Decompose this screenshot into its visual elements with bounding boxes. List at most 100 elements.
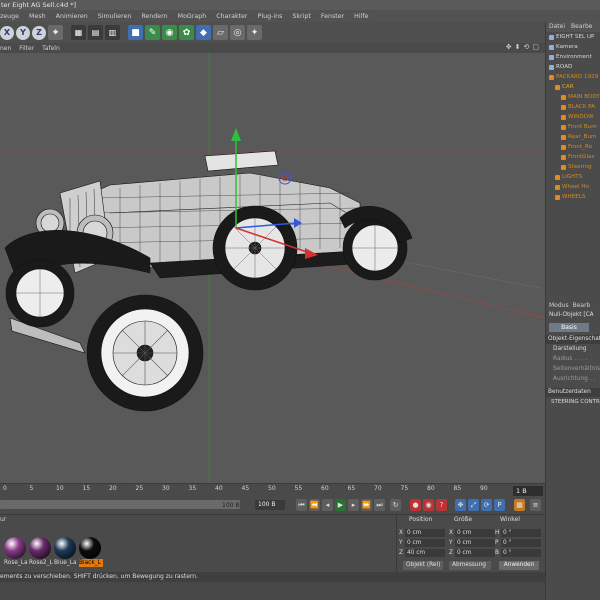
menu-item-render[interactable]: Rendern	[141, 13, 167, 20]
object-tree-item[interactable]: FrontGlas	[546, 152, 600, 162]
object-tree-item[interactable]: EIGHT SEL UP	[546, 32, 600, 42]
menu-item-mograph[interactable]: MoGraph	[178, 13, 207, 20]
rotate-view-icon[interactable]: ⟲	[524, 43, 530, 51]
axis-x-lock-button[interactable]: X	[0, 25, 14, 40]
menu-item-script[interactable]: Skript	[292, 13, 310, 20]
move-view-icon[interactable]: ✥	[506, 43, 512, 51]
rotation-field[interactable]: 0 °	[501, 549, 541, 557]
axis-y-lock-button[interactable]: Y	[16, 25, 30, 40]
next-frame-button[interactable]: ▸	[348, 499, 359, 511]
object-tree-item[interactable]: Environment	[546, 52, 600, 62]
viewport-menu-display[interactable]: nen	[0, 45, 11, 52]
subdivision-surface-icon[interactable]: ◉	[162, 25, 177, 40]
menu-item-mesh[interactable]: Mesh	[29, 13, 46, 20]
attribute-row[interactable]: Darstellung	[546, 344, 600, 354]
prev-key-button[interactable]: ⏪	[309, 499, 320, 511]
render-view-icon[interactable]: ▦	[71, 25, 86, 40]
object-tree-item[interactable]: Front Bum	[546, 122, 600, 132]
object-tree-item[interactable]: WHEELS	[546, 192, 600, 202]
object-tree-item[interactable]: MAIN BODY	[546, 92, 600, 102]
size-field[interactable]: 0 cm	[455, 549, 495, 557]
object-properties-header[interactable]: Objekt-Eigenschaften	[546, 335, 600, 344]
material-menu[interactable]: ur	[0, 515, 396, 525]
menu-item-character[interactable]: Charakter	[216, 13, 247, 20]
apply-button[interactable]: Anwenden	[499, 561, 539, 570]
rotation-field[interactable]: 0 °	[501, 539, 541, 547]
position-key-button[interactable]: ✥	[455, 499, 466, 511]
tab-edit[interactable]: Bearbe	[568, 22, 595, 32]
menu-item-tools[interactable]: zeuge	[0, 13, 19, 20]
menu-item-simulate[interactable]: Simulieren	[98, 13, 132, 20]
array-icon[interactable]: ✿	[179, 25, 194, 40]
record-keys-button[interactable]: ●	[410, 499, 421, 511]
next-key-button[interactable]: ⏩	[361, 499, 372, 511]
menu-item-window[interactable]: Fenster	[321, 13, 344, 20]
timeline-options-button[interactable]: ≡	[530, 499, 541, 511]
tab-edit-attr[interactable]: Bearb	[573, 302, 591, 309]
camera-icon[interactable]: ◎	[230, 25, 245, 40]
3d-viewport[interactable]	[0, 53, 545, 483]
position-field[interactable]: 0 cm	[405, 539, 445, 547]
user-data-header[interactable]: Benutzerdaten	[546, 388, 600, 397]
floor-icon[interactable]: ▱	[213, 25, 228, 40]
cube-primitive-icon[interactable]: ■	[128, 25, 143, 40]
coordinate-mode-select[interactable]: Objekt (Rel)	[403, 561, 443, 570]
loop-button[interactable]: ↻	[390, 499, 401, 511]
rotation-field[interactable]: 0 °	[501, 529, 541, 537]
position-field[interactable]: 0 cm	[405, 529, 445, 537]
go-to-start-button[interactable]: ⏮	[296, 499, 307, 511]
material-swatch[interactable]: Rose_La	[4, 537, 28, 567]
tab-file[interactable]: Datei	[546, 22, 568, 32]
object-tree-item[interactable]: PACKARD 1929	[546, 72, 600, 82]
tab-basis[interactable]: Basis	[549, 323, 589, 332]
render-settings-icon[interactable]: ▥	[105, 25, 120, 40]
viewport-menu-panels[interactable]: Tafeln	[42, 45, 60, 52]
render-picture-viewer-icon[interactable]: ▤	[88, 25, 103, 40]
object-tree-item[interactable]: Rear_Bum	[546, 132, 600, 142]
material-swatch[interactable]: Rose2_L	[29, 537, 53, 567]
keyframe-selection-button[interactable]: ?	[436, 499, 447, 511]
timeline-ruler[interactable]: 0 5 10 15 20 25 30 35 40 45 50 55 60 65 70 75 80 85 90 1 B	[0, 483, 545, 497]
attribute-row[interactable]: Seitenverhältnis	[546, 364, 600, 374]
frame-range-slider[interactable]	[0, 500, 240, 509]
menu-item-animate[interactable]: Animieren	[56, 13, 88, 20]
prev-frame-button[interactable]: ◂	[322, 499, 333, 511]
light-icon[interactable]: ✦	[247, 25, 262, 40]
object-tree-item[interactable]: LIGHTS	[546, 172, 600, 182]
object-tree-item[interactable]: ROAD	[546, 62, 600, 72]
scale-key-button[interactable]: ⤢	[468, 499, 479, 511]
object-tree-item[interactable]: Kamera	[546, 42, 600, 52]
parameter-key-button[interactable]: P	[494, 499, 505, 511]
object-tree-item[interactable]: BLACK PA	[546, 102, 600, 112]
attribute-row[interactable]: Radius . . . .	[546, 354, 600, 364]
object-tree-item[interactable]: Front_Ro	[546, 142, 600, 152]
play-button[interactable]: ▶	[335, 499, 346, 511]
spline-pen-icon[interactable]: ✎	[145, 25, 160, 40]
size-field[interactable]: 0 cm	[455, 529, 495, 537]
object-tree-item[interactable]: Wheel Ho	[546, 182, 600, 192]
maximize-view-icon[interactable]: ▢	[532, 43, 539, 51]
material-swatch[interactable]: Black_L	[79, 537, 103, 567]
end-frame-field[interactable]: 100 B	[255, 500, 285, 510]
attribute-row[interactable]: Ausrichtung . .	[546, 374, 600, 384]
position-field[interactable]: 40 cm	[405, 549, 445, 557]
zoom-view-icon[interactable]: ⬍	[515, 43, 521, 51]
user-data-field[interactable]: STEERING CONTROL	[546, 397, 600, 407]
menu-item-help[interactable]: Hilfe	[354, 13, 368, 20]
material-swatch[interactable]: Blue_La	[54, 537, 78, 567]
axis-z-lock-button[interactable]: Z	[32, 25, 46, 40]
object-tree-item[interactable]: Steering	[546, 162, 600, 172]
size-mode-select[interactable]: Abmessung	[449, 561, 491, 570]
car-model[interactable]	[4, 150, 413, 412]
rotation-key-button[interactable]: ⟳	[481, 499, 492, 511]
menu-item-plugins[interactable]: Plug-ins	[258, 13, 283, 20]
object-tree-item[interactable]: CAR	[546, 82, 600, 92]
current-frame-field[interactable]: 1 B	[513, 486, 543, 496]
tab-mode[interactable]: Modus	[549, 302, 569, 309]
go-to-end-button[interactable]: ⏭	[374, 499, 385, 511]
deformer-icon[interactable]: ◆	[196, 25, 211, 40]
object-tree-item[interactable]: WINDOW	[546, 112, 600, 122]
size-field[interactable]: 0 cm	[455, 539, 495, 547]
coordinate-system-icon[interactable]: ⌖	[48, 25, 63, 40]
point-level-key-button[interactable]: ▦	[514, 499, 525, 511]
